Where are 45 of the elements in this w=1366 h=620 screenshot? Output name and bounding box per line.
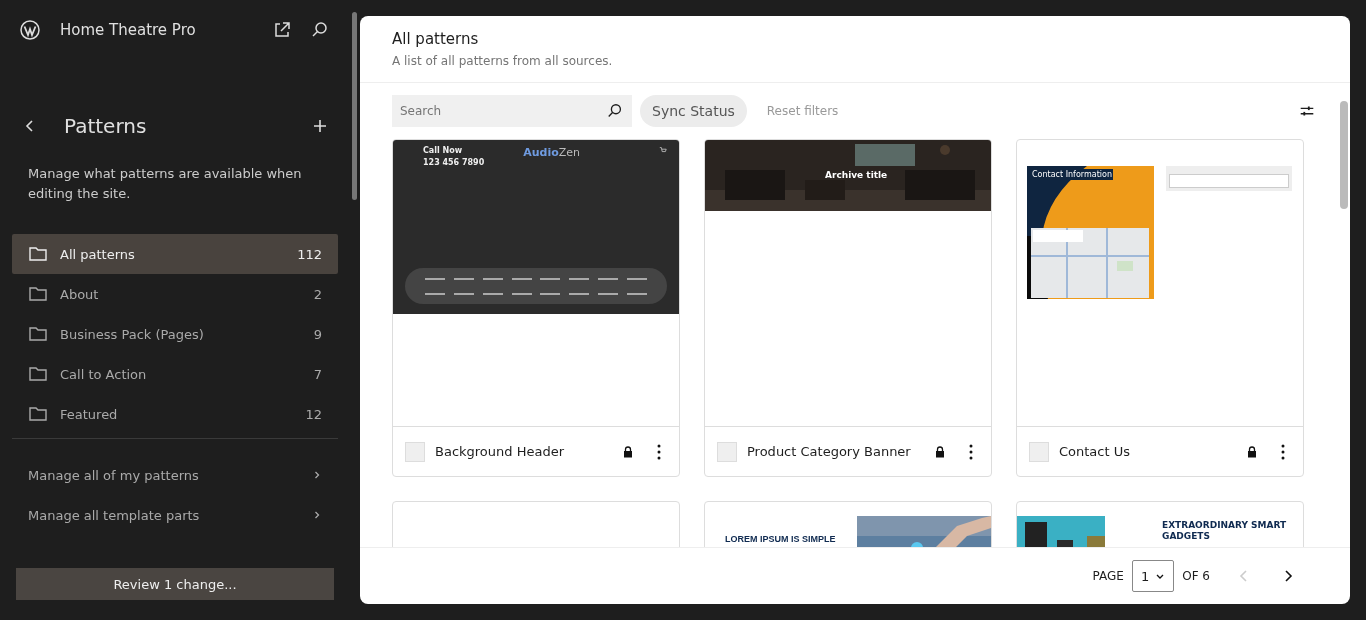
category-count: 12 bbox=[305, 406, 322, 422]
pattern-title[interactable]: Product Category Banner bbox=[747, 444, 925, 459]
pattern-card[interactable]: EXTRAORDINARY SMART GADGETS bbox=[1016, 501, 1304, 547]
preview-logo: AudioZen bbox=[523, 146, 581, 159]
category-count: 2 bbox=[313, 286, 322, 302]
page-title: All patterns bbox=[392, 30, 480, 48]
preview-title: LOREM IPSUM IS SIMPLE bbox=[725, 534, 836, 544]
pattern-card[interactable]: Contact Information Contact Us bbox=[1016, 139, 1304, 477]
page-label: PAGE bbox=[1092, 569, 1124, 583]
preview-title: Contact Information bbox=[1031, 169, 1113, 180]
page-count: OF 6 bbox=[1182, 569, 1210, 583]
search-field[interactable]: Search bbox=[392, 95, 632, 127]
category-item[interactable]: All patterns 112 bbox=[12, 234, 338, 274]
category-count: 7 bbox=[313, 366, 322, 382]
category-item[interactable]: Call to Action 7 bbox=[12, 354, 338, 394]
panel-title: Patterns bbox=[64, 114, 148, 138]
manage-link[interactable]: Manage all template parts bbox=[12, 495, 338, 535]
pattern-title[interactable]: Background Header bbox=[435, 444, 613, 459]
category-item[interactable]: Business Pack (Pages) 9 bbox=[12, 314, 338, 354]
category-item[interactable]: About 2 bbox=[12, 274, 338, 314]
pattern-card[interactable]: Archive title Product Category Banner bbox=[704, 139, 992, 477]
page-select[interactable]: 1 bbox=[1131, 560, 1175, 592]
category-item[interactable]: Featured 12 bbox=[12, 394, 338, 434]
pattern-card[interactable]: Call Now 123 456 7890 AudioZen Background Header bbox=[392, 139, 680, 477]
category-label: Call to Action bbox=[60, 366, 148, 382]
category-count: 112 bbox=[297, 246, 322, 262]
category-label: About bbox=[60, 286, 100, 302]
pattern-title[interactable]: Contact Us bbox=[1059, 444, 1237, 459]
manage-link[interactable]: Manage all of my patterns bbox=[12, 455, 338, 495]
pattern-card[interactable]: LOREM IPSUM IS SIMPLE bbox=[704, 501, 992, 547]
review-button[interactable]: Review 1 change... bbox=[16, 568, 334, 600]
category-label: All patterns bbox=[60, 246, 136, 262]
link-label: Manage all of my patterns bbox=[28, 467, 199, 483]
preview-text: Call Now bbox=[423, 146, 464, 155]
preview-text: 123 456 7890 bbox=[423, 158, 485, 167]
sync-status-button[interactable]: Sync Status bbox=[640, 95, 747, 127]
category-label: Business Pack (Pages) bbox=[60, 326, 205, 342]
panel-description: Manage what patterns are available when editing the site. bbox=[28, 165, 303, 203]
page-subtitle: A list of all patterns from all sources. bbox=[392, 54, 614, 68]
category-label: Featured bbox=[60, 406, 119, 422]
preview-title: EXTRAORDINARY SMART GADGETS bbox=[1162, 520, 1288, 542]
preview-title: Archive title bbox=[825, 170, 888, 180]
link-label: Manage all template parts bbox=[28, 507, 200, 523]
category-count: 9 bbox=[313, 326, 322, 342]
site-title[interactable]: Home Theatre Pro bbox=[60, 21, 254, 39]
